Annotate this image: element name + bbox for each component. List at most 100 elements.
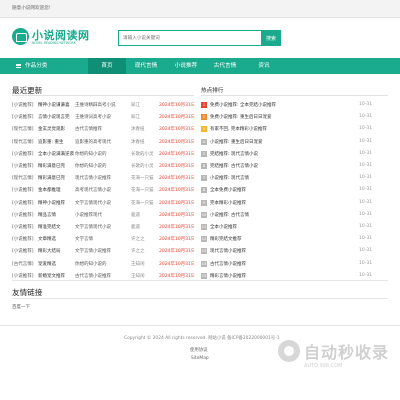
hot-title-link[interactable]: 免费小说推荐: 全本完结小说推荐 [210,102,352,108]
list-item[interactable]: 3 有家不回, 完本精彩小说推荐 10-31 [201,123,388,136]
list-item[interactable]: 6 完结推荐: 古代言情小说 10-31 [201,160,388,173]
list-item[interactable]: 5 完结推荐: 现代言情小说 10-31 [201,148,388,161]
hot-title-link[interactable]: 小说推荐: 重生后日日宠爱 [210,139,352,145]
hot-title-link[interactable]: 现代言情小说推荐 [210,248,352,254]
list-item[interactable]: 11 全本小说推荐 10-31 [201,221,388,234]
friend-link[interactable]: 百度一下 [12,304,30,310]
chapter-link[interactable]: 现代言情小说推荐 [75,175,129,181]
hot-title-link[interactable]: 精彩完结文推荐 [210,236,352,242]
hot-title-link[interactable]: 完本精彩小说推荐 [210,200,352,206]
chapter-link[interactable]: 文学言情 [75,236,129,242]
footer-link-sitemap[interactable]: SiteMap [191,356,209,361]
hot-title-link[interactable]: 小说推荐: 古代言情 [210,212,352,218]
author-name: 花海一只猫 [131,200,154,206]
table-row[interactable]: [小说推荐] 精准完结文 文学言情现代小说 鹿遥 2024年10月31日 [12,221,194,234]
list-item[interactable]: 2 免费小说推荐: 重生后日日宠爱 10-31 [201,111,388,124]
chapter-link[interactable]: 古代言情推荐 [75,126,129,132]
rank-badge: 5 [201,150,207,157]
list-item[interactable]: 7 小说推荐: 现代言情 10-31 [201,172,388,185]
table-row[interactable]: [现代言情] 追影重: 重生 追影重的高考现代 沐春扭 2024年10月31日 [12,136,194,149]
table-row[interactable]: [小说推荐] 文章精选 文学言情 许之之 2024年10月31日 [12,233,194,246]
hot-date: 10-31 [359,175,373,181]
chapter-link[interactable]: 文学言情小说推荐 [75,248,129,254]
site-logo[interactable]: 小说阅读网 NOVEL READING NETWORK [12,26,89,50]
chapter-link[interactable]: 王维诗精辟高考小说 [75,102,129,108]
book-title-link[interactable]: 金本都推理 [38,187,75,193]
table-row[interactable]: [小说推荐] 精神小说谦谦喜 王维诗精辟高考小说 知江 2024年10月31日 [12,99,194,112]
nav-home[interactable]: 首页 [88,58,126,74]
list-item[interactable]: 14 古代言情小说推荐 10-31 [201,258,388,271]
table-row[interactable]: [古代言情] 宠爱精选 你想的知小说的 王知闲 2024年10月31日 [12,258,194,271]
book-title-link[interactable]: 精彩满意已完 [38,175,75,181]
search-input[interactable] [118,30,263,46]
hot-title-link[interactable]: 全本免费小说推荐 [210,187,352,193]
hot-title-link[interactable]: 完结推荐: 古代言情小说 [210,163,352,169]
nav-modern-romance[interactable]: 现代言情 [127,58,165,74]
table-row[interactable]: [小说推荐] 全本小说满满逆袭 你想的知小说的 长歌的小灵 2024年10月31日 [12,148,194,161]
table-row[interactable]: [小说推荐] 言情小说现言完 王维诗词高考小说 知江 2024年10月31日 [12,111,194,124]
hot-title-link[interactable]: 有家不回, 完本精彩小说推荐 [210,126,352,132]
list-item[interactable]: 9 完本精彩小说推荐 10-31 [201,197,388,210]
search-button[interactable]: 搜索 [261,30,281,46]
book-title-link[interactable]: 精彩满意已完 [38,163,75,169]
book-title-link[interactable]: 精彩大结局 [38,248,75,254]
chapter-link[interactable]: 王维诗词高考小说 [75,114,129,120]
nav-news[interactable]: 资讯 [245,58,283,74]
table-row[interactable]: [小说推荐] 精品言情 小说推荐现代 鹿遥 2024年10月31日 [12,209,194,222]
book-title-link[interactable]: 精神小说谦谦喜 [38,102,75,108]
logo-subtitle: NOVEL READING NETWORK [32,41,76,45]
table-row[interactable]: [现代言情] 金玄灵觉观影 古代言情推荐 沐春扭 2024年10月31日 [12,123,194,136]
chapter-link[interactable]: 高考现代言情小说 [75,187,129,193]
rank-badge: 7 [201,175,207,182]
chapter-link[interactable]: 你想的知小说的 [75,151,129,157]
chapter-link[interactable]: 追影重的高考现代 [75,139,129,145]
list-item[interactable]: 12 精彩完结文推荐 10-31 [201,233,388,246]
hot-title-link[interactable]: 精彩言情小说推荐 [210,273,352,279]
hot-title-link[interactable]: 完结推荐: 现代言情小说 [210,151,352,157]
update-date: 2024年10月31日 [159,200,194,206]
book-title-link[interactable]: 追影重: 重生 [38,139,75,145]
hot-date: 10-31 [359,236,373,242]
list-item[interactable]: 13 现代言情小说推荐 10-31 [201,245,388,258]
category-label: [小说推荐] [12,164,34,169]
nav-recommended[interactable]: 小说推荐 [167,58,205,74]
chapter-link[interactable]: 古代言情小说推荐 [75,273,129,279]
list-item[interactable]: 1 免费小说推荐: 全本完结小说推荐 10-31 [201,99,388,112]
book-title-link[interactable]: 金玄灵觉观影 [38,126,75,132]
chapter-link[interactable]: 小说推荐现代 [75,212,129,218]
table-row[interactable]: [小说推荐] 精神小说推荐 文学言情现代小说 花海一只猫 2024年10月31日 [12,197,194,210]
category-label: [小说推荐] [12,151,34,157]
book-title-link[interactable]: 精神小说推荐 [38,200,75,206]
book-title-link[interactable]: 文章精选 [38,236,75,242]
nav-ancient-romance[interactable]: 古代言情 [206,58,244,74]
update-date: 2024年10月31日 [159,273,194,279]
author-name: 花海一只猫 [131,176,154,182]
book-title-link[interactable]: 宠爱精选 [38,261,75,267]
hot-title-link[interactable]: 全本小说推荐 [210,224,352,230]
book-title-link[interactable]: 新婚宠文推荐 [38,273,75,279]
rank-badge: 8 [201,187,207,194]
list-item[interactable]: 8 全本免费小说推荐 10-31 [201,184,388,197]
chapter-link[interactable]: 你想的知小说的 [75,163,129,169]
footer-link-terms[interactable]: 使用协议 [190,347,208,353]
book-title-link[interactable]: 言情小说现言完 [38,114,75,120]
table-row[interactable]: [现代言情] 精彩满意已完 现代言情小说推荐 花海一只猫 2024年10月31日 [12,172,194,185]
chapter-link[interactable]: 你想的知小说的 [75,261,129,267]
hot-title-link[interactable]: 免费小说推荐: 重生后日日宠爱 [210,114,352,120]
table-row[interactable]: [小说推荐] 精彩满意已完 你想的知小说的 长歌的小灵 2024年10月31日 [12,160,194,173]
author-name: 长歌的小灵 [131,164,154,169]
hot-title-link[interactable]: 古代言情小说推荐 [210,261,352,267]
hot-title-link[interactable]: 小说推荐: 现代言情 [210,175,352,181]
chapter-link[interactable]: 文学言情现代小说 [75,200,129,206]
book-title-link[interactable]: 精品言情 [38,212,75,218]
table-row[interactable]: [小说推荐] 金本都推理 高考现代言情小说 花海一只猫 2024年10月31日 [12,184,194,197]
book-title-link[interactable]: 精准完结文 [38,224,75,230]
list-item[interactable]: 4 小说推荐: 重生后日日宠爱 10-31 [201,136,388,149]
top-bar: 随意小说网欢迎您! [0,0,400,18]
category-menu[interactable]: 作品分类 [12,58,92,74]
main-nav: 作品分类 首页 现代言情 小说推荐 古代言情 资讯 [0,58,400,74]
chapter-link[interactable]: 文学言情现代小说 [75,224,129,230]
book-title-link[interactable]: 全本小说满满逆袭 [38,151,75,157]
list-item[interactable]: 10 小说推荐: 古代言情 10-31 [201,209,388,222]
table-row[interactable]: [小说推荐] 精彩大结局 文学言情小说推荐 许之之 2024年10月31日 [12,245,194,258]
